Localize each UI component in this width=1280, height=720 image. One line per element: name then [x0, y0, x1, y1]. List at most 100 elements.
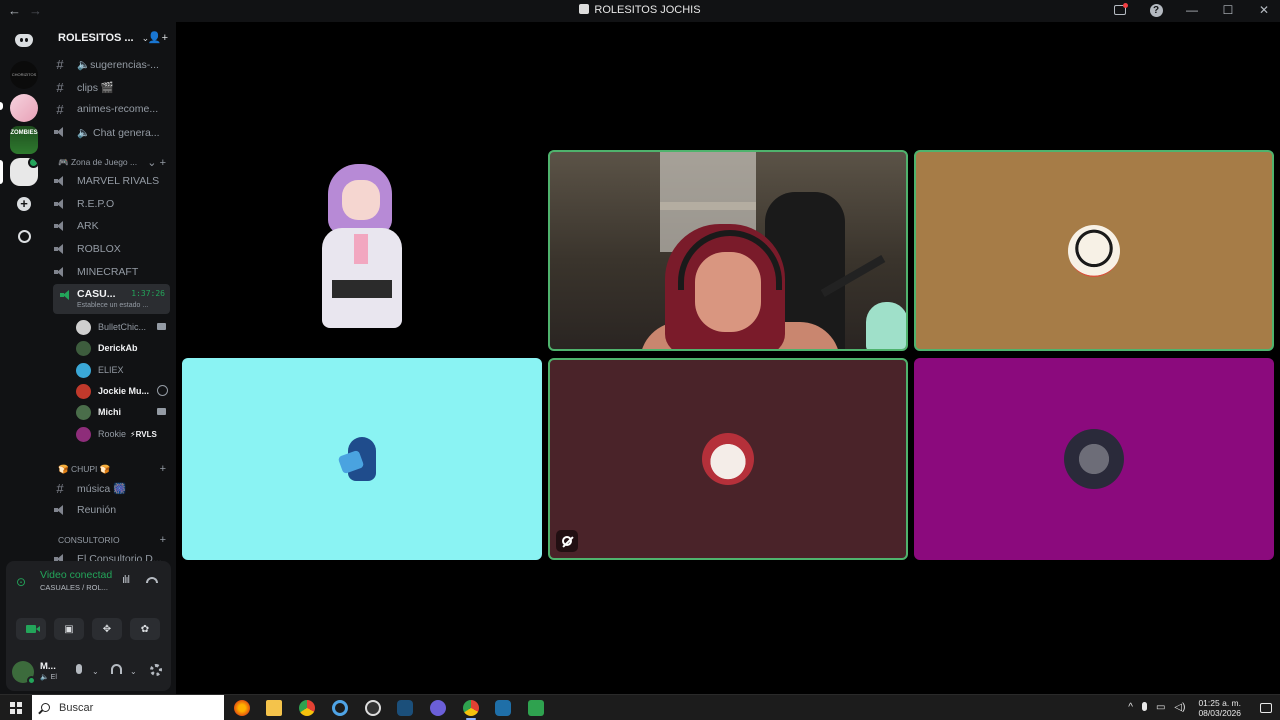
server-header[interactable]: ROLESITOS ... ⌄ 👤+ — [48, 22, 176, 54]
app-icon[interactable] — [495, 700, 511, 716]
username[interactable]: M... — [40, 661, 56, 672]
user-tag: ⚡RVLS — [130, 429, 157, 439]
firefox-icon[interactable] — [234, 700, 250, 716]
clock-date: 08/03/2026 — [1198, 707, 1241, 718]
category-consultorio[interactable]: CONSULTORIO + — [58, 533, 170, 547]
server-icon-1[interactable]: CHORIZITOS — [10, 61, 38, 89]
minimize-button[interactable]: — — [1184, 2, 1200, 18]
chrome-icon[interactable] — [299, 700, 315, 716]
server-icon-zombies[interactable]: ZOMBIES — [10, 126, 38, 154]
taskbar-search[interactable]: Buscar — [32, 695, 224, 720]
activities-button[interactable]: ✥ — [92, 618, 122, 640]
screen-share-button[interactable]: ▣ — [54, 618, 84, 640]
server-name: ROLESITOS ... — [58, 32, 134, 44]
noise-suppression-icon[interactable]: ılıl — [122, 574, 130, 586]
voice-location[interactable]: CASUALES / ROL... — [40, 583, 108, 592]
add-channel-icon[interactable]: ⌄ + — [147, 156, 166, 169]
channel-marvel-rivals[interactable]: MARVEL RIVALS — [54, 171, 170, 191]
volume-icon[interactable]: ◁) — [1174, 702, 1185, 713]
windows-start-icon[interactable] — [10, 702, 22, 714]
video-tile-maroon[interactable] — [548, 358, 908, 560]
video-stage — [176, 22, 1280, 694]
voice-user-jockie[interactable]: Jockie Mu... — [76, 381, 172, 401]
close-button[interactable]: ✕ — [1256, 2, 1272, 18]
voice-user-eliex[interactable]: ELIEX — [76, 360, 172, 380]
obs-icon[interactable] — [365, 700, 381, 716]
channel-reunion[interactable]: Reunión — [54, 500, 170, 520]
server-icon — [579, 4, 590, 14]
server-icon-active[interactable] — [10, 158, 38, 186]
notifications-icon[interactable] — [1260, 702, 1272, 713]
channel-chat-general[interactable]: 🔈 Chat genera... — [54, 122, 170, 142]
clock[interactable]: 01:25 a. m. 08/03/2026 — [1198, 698, 1241, 718]
camera-icon — [157, 323, 166, 330]
soundboard-button[interactable]: ✿ — [130, 618, 160, 640]
add-channel-icon[interactable]: + — [160, 463, 166, 475]
video-tile-cyan[interactable] — [182, 358, 542, 560]
video-tile-magenta[interactable] — [914, 358, 1274, 560]
explore-icon[interactable] — [10, 222, 38, 250]
avatar — [702, 433, 754, 485]
voice-user-derickab[interactable]: DerickAb — [76, 338, 172, 358]
app-icon-green[interactable] — [528, 700, 544, 716]
help-icon[interactable]: ? — [1148, 2, 1164, 18]
chevron-down-icon[interactable]: ⌄ — [130, 667, 137, 676]
avatar — [76, 383, 91, 399]
add-channel-icon[interactable]: + — [160, 534, 166, 546]
maximize-button[interactable]: ☐ — [1220, 2, 1236, 18]
channel-ark[interactable]: ARK — [54, 216, 170, 236]
ccleaner-icon[interactable] — [332, 700, 348, 716]
discord-home-icon[interactable] — [10, 26, 38, 54]
voice-user-rookie[interactable]: Rookie ⚡RVLS — [76, 424, 172, 444]
add-server-button[interactable]: + — [10, 190, 38, 218]
channel-roblox[interactable]: ROBLOX — [54, 239, 170, 259]
set-status-prompt[interactable]: Establece un estado ... — [77, 302, 148, 309]
video-tile-camera[interactable] — [548, 150, 908, 351]
file-explorer-icon[interactable] — [266, 700, 282, 716]
hash-icon: # — [56, 101, 64, 117]
camera-button[interactable] — [16, 618, 46, 640]
category-zona-de-juego[interactable]: 🎮 Zona de Juego ... ⌄ + — [58, 155, 170, 169]
discord-icon[interactable] — [430, 700, 446, 716]
channel-minecraft[interactable]: MINECRAFT — [54, 262, 170, 282]
inbox-icon[interactable] — [1112, 2, 1128, 18]
headphones-icon[interactable] — [111, 664, 122, 677]
signal-icon[interactable]: ⊙ — [16, 575, 30, 589]
disconnect-icon[interactable] — [146, 577, 158, 583]
speaker-icon — [54, 505, 66, 515]
speaker-icon — [60, 290, 72, 300]
search-icon — [41, 703, 50, 712]
channel-musica[interactable]: # música 🎆 — [54, 478, 170, 498]
avatar — [336, 433, 388, 485]
server-icon-2[interactable] — [10, 94, 38, 122]
tray-overflow-chevron-icon[interactable]: ^ — [1128, 702, 1133, 713]
vtuber-belt — [332, 280, 392, 298]
channel-clips[interactable]: # clips 🎬 — [54, 77, 170, 97]
activities-icon: ✥ — [102, 623, 112, 635]
category-chupi[interactable]: 🍞 CHUPI 🍞 + — [58, 462, 170, 476]
channel-repo[interactable]: R.E.P.O — [54, 194, 170, 214]
channel-sugerencias[interactable]: # 🔈sugerencias-... — [54, 54, 170, 74]
voice-user-bulletchic[interactable]: BulletChic... — [76, 317, 172, 337]
avatar — [76, 340, 91, 356]
steam-icon[interactable] — [397, 700, 413, 716]
clock-time: 01:25 a. m. — [1198, 697, 1241, 708]
video-tile-vtuber[interactable] — [182, 150, 542, 350]
network-icon[interactable]: ▭ — [1156, 702, 1165, 713]
speaker-icon — [54, 267, 66, 277]
voice-status: Video conectado — [40, 569, 112, 581]
voice-user-michi[interactable]: Michi — [76, 402, 172, 422]
speaker-icon — [54, 244, 66, 254]
invite-people-icon[interactable]: 👤+ — [148, 31, 168, 44]
settings-gear-icon[interactable] — [150, 664, 162, 679]
avatar — [76, 426, 91, 442]
microphone-icon[interactable] — [1141, 701, 1147, 714]
chevron-down-icon[interactable]: ⌄ — [92, 667, 99, 676]
microphone-icon[interactable] — [76, 664, 82, 677]
avatar[interactable] — [12, 661, 36, 685]
channel-animes[interactable]: # animes-recome... — [54, 99, 170, 119]
chrome-active-icon[interactable] — [463, 700, 479, 720]
channel-casuales-active[interactable]: CASU... 1:37:26 Establece un estado ... — [53, 284, 170, 314]
video-tile-brown[interactable] — [914, 150, 1274, 351]
muted-camera-icon — [556, 530, 578, 552]
